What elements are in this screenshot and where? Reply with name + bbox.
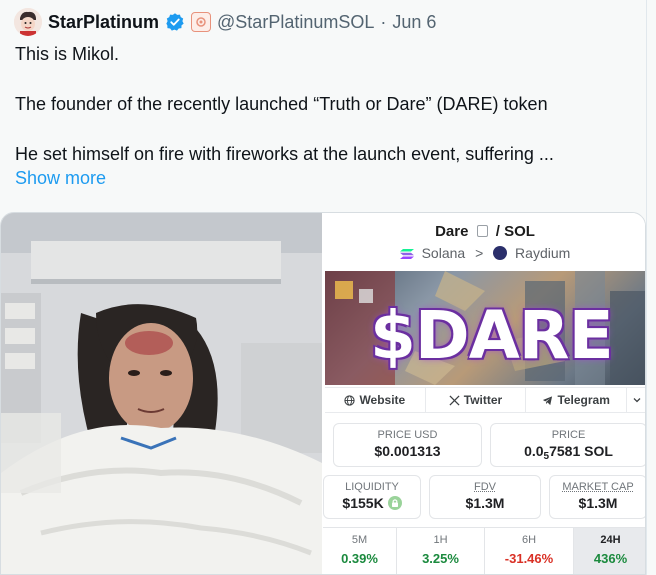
chain-name[interactable]: Solana [422,245,466,261]
timeframe-6h[interactable]: 6H -31.46% [485,527,574,574]
market-cap-value: $1.3M [578,495,618,511]
timeframe-label: 1H [433,534,448,546]
telegram-icon [543,395,553,405]
raydium-icon [493,246,508,261]
copy-icon[interactable] [476,225,488,238]
website-link-label: Website [359,393,406,407]
pair-base-label: Dare [435,223,469,240]
avatar-face-icon [14,8,42,36]
market-cap-box: MARKET CAP $1.3M [549,475,645,519]
twitter-link[interactable]: Twitter [426,388,527,412]
price-sol-label: PRICE [551,429,586,441]
tweet-text-line-1: This is Mikol. [15,44,120,64]
price-sol-box: PRICE 0.057581 SOL [490,423,645,467]
telegram-link[interactable]: Telegram [526,388,628,412]
x-logo-icon [449,394,460,406]
timeframe-label: 24H [600,534,621,546]
affiliate-badge-icon [191,12,212,32]
timeframe-label: 5M [351,534,368,546]
price-usd-box: PRICE USD $0.001313 [333,423,482,467]
chain-dex-line: Solana > Raydium [323,245,645,261]
dexscreener-panel: Dare / SOL Solana > Raydium $DARE Websit… [323,213,645,574]
timeframe-5m[interactable]: 5M 0.39% [323,527,397,574]
liquidity-label: LIQUIDITY [345,481,399,493]
token-links-bar: Website Twitter Telegram [325,387,645,413]
timeframe-change: 3.25% [422,551,459,566]
tweet-date[interactable]: Jun 6 [392,12,436,33]
fdv-label[interactable]: FDV [430,481,540,493]
chevron-right-icon: > [475,245,484,261]
timeframe-change: -31.46% [504,551,554,566]
hospital-selfie-photo[interactable] [1,213,322,574]
user-handle[interactable]: @StarPlatinumSOL [217,12,374,33]
dex-name[interactable]: Raydium [515,245,570,261]
website-link[interactable]: Website [325,388,426,412]
price-sol-value: 0.057581 SOL [524,443,613,462]
market-cap-label[interactable]: MARKET CAP [550,481,645,493]
tweet-text-line-3: He set himself on fire with fireworks at… [15,144,554,164]
more-links-chevron-icon[interactable] [627,388,645,412]
telegram-link-label: Telegram [557,393,610,407]
timeframe-change: 436% [593,551,628,566]
twitter-link-label: Twitter [463,393,503,407]
tweet-text-line-2: The founder of the recently launched “Tr… [15,94,548,114]
lock-icon [387,496,402,510]
pair-quote-label: / SOL [495,223,535,240]
timeframe-change: 0.39% [341,551,378,566]
separator-dot: · [380,11,387,32]
tweet-card: StarPlatinum @StarPlatinumSOL · Jun 6 Th… [0,0,647,575]
show-more-link[interactable]: Show more [15,168,106,189]
price-usd-value: $0.001313 [374,443,441,459]
token-banner: $DARE [325,271,645,385]
solana-icon [399,249,414,260]
timeframe-label: 6H [521,534,537,546]
token-pair-title: Dare / SOL [323,223,645,240]
fdv-box: FDV $1.3M [429,475,541,519]
price-usd-label: PRICE USD [377,429,438,441]
fdv-value: $1.3M [465,495,505,511]
display-name[interactable]: StarPlatinum [48,12,159,33]
tweet-header: StarPlatinum @StarPlatinumSOL · Jun 6 [14,8,436,36]
timeframe-1h[interactable]: 1H 3.25% [397,527,485,574]
liquidity-value: $155K [324,495,420,511]
tweet-media: Dare / SOL Solana > Raydium $DARE Websit… [0,212,646,575]
hospital-photo-image [1,213,322,574]
verified-badge-icon [166,13,184,31]
avatar[interactable] [14,8,42,36]
timeframe-24h[interactable]: 24H 436% [574,527,645,574]
liquidity-box: LIQUIDITY $155K [323,475,421,519]
banner-token-ticker: $DARE [370,297,614,374]
globe-icon [344,394,356,406]
